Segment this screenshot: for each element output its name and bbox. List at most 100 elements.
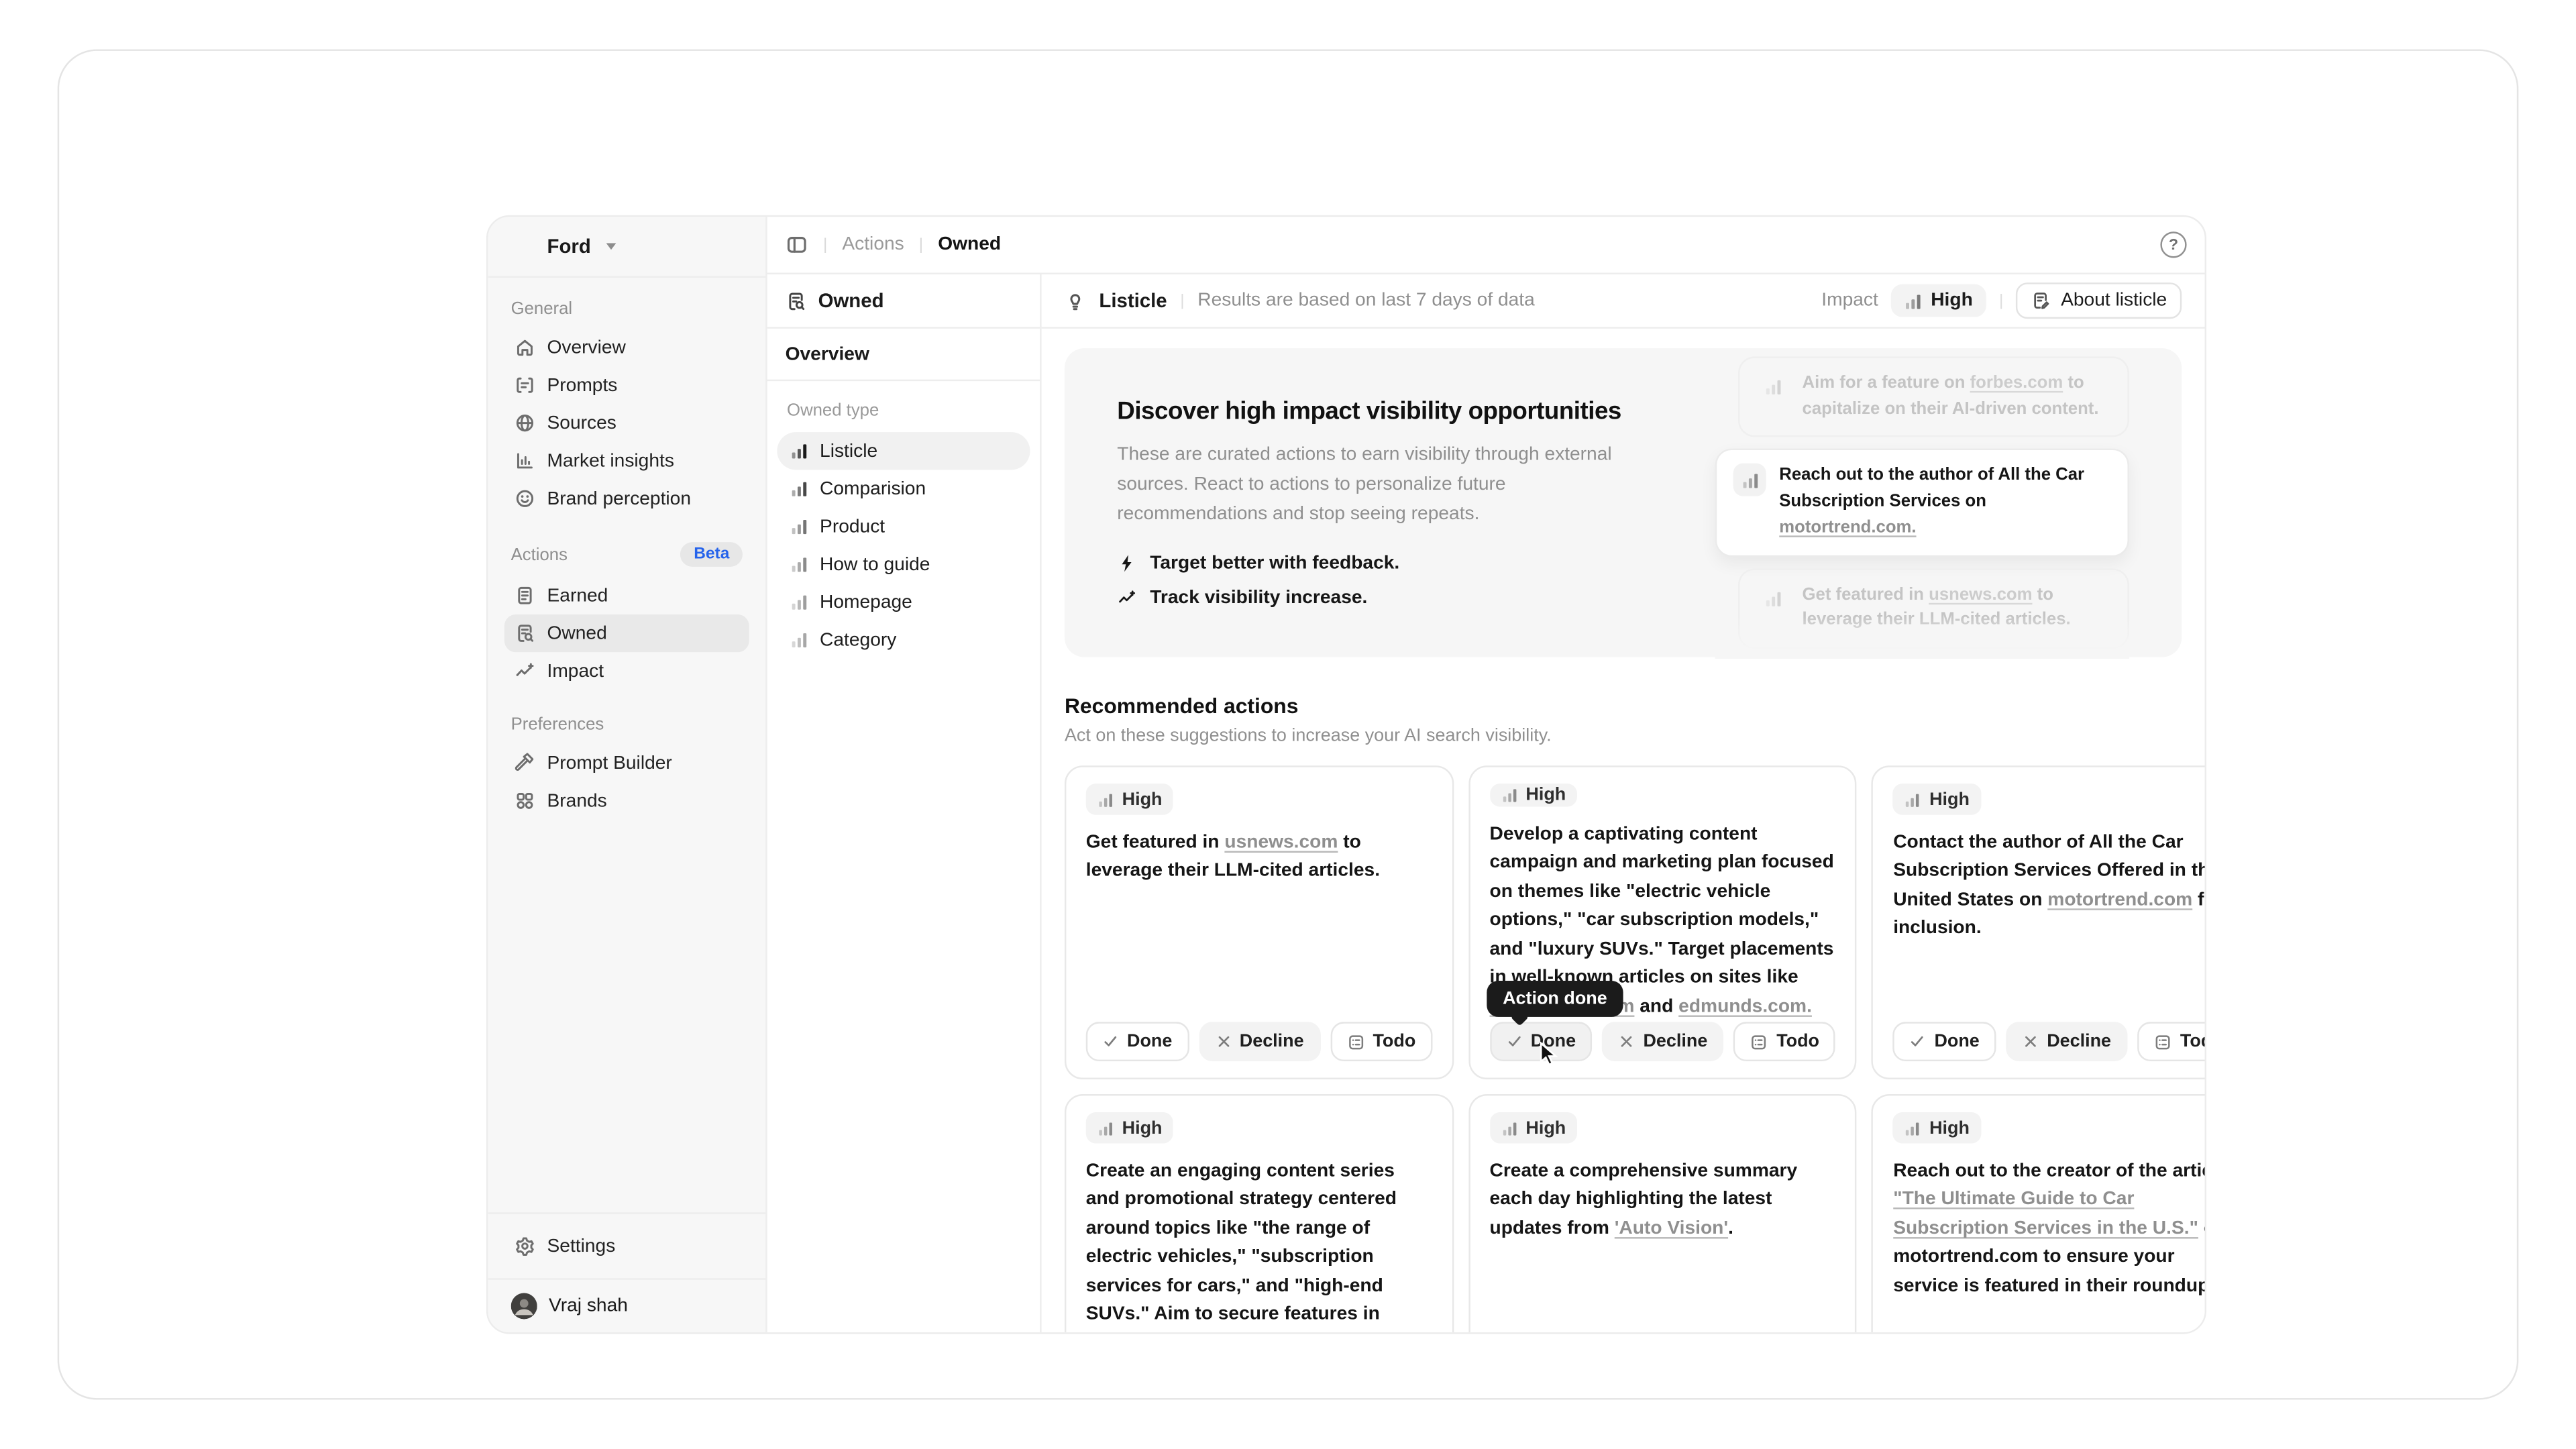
inline-link[interactable]: usnews.com — [1929, 584, 2032, 604]
inline-link[interactable]: edmunds.com. — [1678, 996, 1812, 1016]
x-icon — [1215, 1033, 1231, 1049]
about-listicle-button[interactable]: About listicle — [2017, 282, 2182, 319]
help-icon[interactable]: ? — [2160, 231, 2186, 258]
subnav-item-listicle[interactable]: Listicle — [777, 432, 1030, 470]
sidebar-footer: Settings Vraj shah — [488, 1212, 765, 1332]
impact-badge: High — [1489, 784, 1577, 806]
browser-canvas: Ford General Overview Prompts Sources Ma… — [58, 49, 2519, 1399]
sidebar-item-brands[interactable]: Brands — [504, 782, 749, 820]
action-card: High Contact the author of All the Car S… — [1872, 765, 2204, 1079]
breadcrumb-separator: | — [919, 235, 923, 254]
sidebar: Ford General Overview Prompts Sources Ma… — [488, 217, 767, 1332]
sidebar-section: General Overview Prompts Sources Market … — [504, 299, 749, 518]
impact-filter[interactable]: High — [1891, 284, 1986, 317]
action-text: Create a comprehensive summary each day … — [1489, 1159, 1835, 1244]
hero-title: Discover high impact visibility opportun… — [1117, 397, 1626, 425]
sidebar-item-brand-perception[interactable]: Brand perception — [504, 480, 749, 517]
main-header: Listicle | Results are based on last 7 d… — [1042, 274, 2205, 329]
decline-button[interactable]: Decline — [1602, 1022, 1724, 1061]
sidebar-item-impact[interactable]: Impact — [504, 652, 749, 690]
impact-badge: High — [1489, 1112, 1577, 1144]
impact-badge: High — [1893, 784, 1981, 815]
sidebar-item-prompts[interactable]: Prompts — [504, 366, 749, 404]
impact-badge: High — [1893, 1112, 1981, 1144]
subnav-item-label: Homepage — [820, 592, 912, 612]
subnav-overview-label: Overview — [786, 344, 869, 364]
bars-icon — [790, 555, 808, 574]
subnav-item-product[interactable]: Product — [777, 508, 1030, 545]
inline-link[interactable]: 'Auto Vision' — [1615, 1219, 1728, 1238]
sidebar-item-label: Prompts — [547, 376, 618, 395]
recommended-actions-grid: High Get featured in usnews.com to lever… — [1065, 765, 2182, 1332]
sidebar-item-sources[interactable]: Sources — [504, 404, 749, 441]
decline-button[interactable]: Decline — [1199, 1022, 1321, 1061]
main-scroll-area[interactable]: Discover high impact visibility opportun… — [1042, 329, 2205, 1332]
done-button[interactable]: Done — [1086, 1022, 1189, 1061]
bars-icon — [790, 517, 808, 535]
bars-icon — [1764, 378, 1782, 396]
preview-action-card: Aim for a feature on forbes.com to capit… — [1738, 356, 2129, 437]
bolt-icon — [1117, 554, 1136, 574]
subnav-item-how-to-guide[interactable]: How to guide — [777, 545, 1030, 583]
panel-toggle-icon[interactable] — [786, 233, 808, 256]
hero-banner: Discover high impact visibility opportun… — [1065, 348, 2182, 657]
document-icon — [515, 585, 536, 606]
section-title: Recommended actions — [1065, 693, 2182, 718]
inline-link[interactable]: "The Ultimate Guide to Car Subscription … — [1893, 1190, 2198, 1238]
hero-bullet-text: Target better with feedback. — [1150, 554, 1399, 574]
subnav-item-comparision[interactable]: Comparision — [777, 470, 1030, 507]
check-icon — [1506, 1033, 1522, 1049]
page: Ford General Overview Prompts Sources Ma… — [0, 0, 2576, 1449]
subnav-panel: Owned Overview Owned type Listicle Compa… — [767, 274, 1042, 1332]
impact-value: High — [1931, 290, 1973, 310]
page-title: Listicle — [1099, 289, 1167, 312]
inline-link[interactable]: forbes.com — [1970, 373, 2063, 392]
breadcrumb-separator: | — [823, 235, 827, 254]
sidebar-item-overview[interactable]: Overview — [504, 329, 749, 366]
chevron-down-icon — [606, 243, 616, 250]
done-button[interactable]: Done — [1893, 1022, 1996, 1061]
todo-button[interactable]: Todo — [1330, 1022, 1432, 1061]
decline-button[interactable]: Decline — [2006, 1022, 2128, 1061]
section-header: Recommended actions Act on these suggest… — [1065, 693, 2182, 745]
inline-link[interactable]: usnews.com — [1224, 833, 1338, 853]
action-buttons: Done Decline Todo — [1893, 1022, 2204, 1061]
todo-button[interactable]: Todo — [1734, 1022, 1836, 1061]
sidebar-item-label: Market insights — [547, 451, 674, 470]
sidebar-nav: General Overview Prompts Sources Market … — [488, 278, 765, 845]
subnav-item-category[interactable]: Category — [777, 621, 1030, 659]
workspace-switcher[interactable]: Ford — [488, 217, 765, 278]
action-buttons: Done Decline Todo — [1489, 1022, 1835, 1061]
check-icon — [1102, 1033, 1118, 1049]
subnav-item-homepage[interactable]: Homepage — [777, 583, 1030, 621]
hero-bullets: Target better with feedback.Track visibi… — [1117, 554, 1626, 608]
action-done-tooltip: Action done — [1487, 981, 1624, 1017]
sidebar-item-label: Brand perception — [547, 489, 692, 508]
sidebar-item-label: Overview — [547, 337, 626, 357]
subnav-item-overview[interactable]: Overview — [767, 329, 1040, 381]
globe-icon — [515, 413, 536, 434]
sidebar-item-earned[interactable]: Earned — [504, 577, 749, 614]
sidebar-item-settings[interactable]: Settings — [504, 1227, 749, 1265]
separator: | — [1999, 292, 2003, 310]
fade-overlay — [1715, 616, 2129, 659]
bars-icon — [1501, 1120, 1517, 1136]
inline-link[interactable]: motortrend.com. — [1779, 517, 1916, 537]
breadcrumb-parent[interactable]: Actions — [842, 235, 904, 254]
subnav-title: Owned — [818, 289, 884, 312]
group-label: Owned type — [787, 401, 1020, 421]
todo-list-icon — [1346, 1032, 1364, 1051]
todo-button[interactable]: Todo — [2137, 1022, 2204, 1061]
about-listicle-label: About listicle — [2061, 290, 2167, 310]
bars-icon — [790, 480, 808, 498]
preview-action-text: Reach out to the author of All the Car S… — [1779, 464, 2111, 542]
inline-link[interactable]: motortrend.com — [2047, 890, 2192, 910]
user-menu[interactable]: Vraj shah — [488, 1278, 765, 1332]
hero-bullet: Target better with feedback. — [1117, 554, 1626, 574]
sidebar-item-label: Settings — [547, 1236, 616, 1256]
sidebar-section-label: Actions Beta — [511, 542, 743, 567]
sidebar-item-owned[interactable]: Owned — [504, 614, 749, 652]
sidebar-item-market-insights[interactable]: Market insights — [504, 442, 749, 480]
sidebar-item-label: Earned — [547, 586, 608, 605]
sidebar-item-prompt-builder[interactable]: Prompt Builder — [504, 744, 749, 782]
